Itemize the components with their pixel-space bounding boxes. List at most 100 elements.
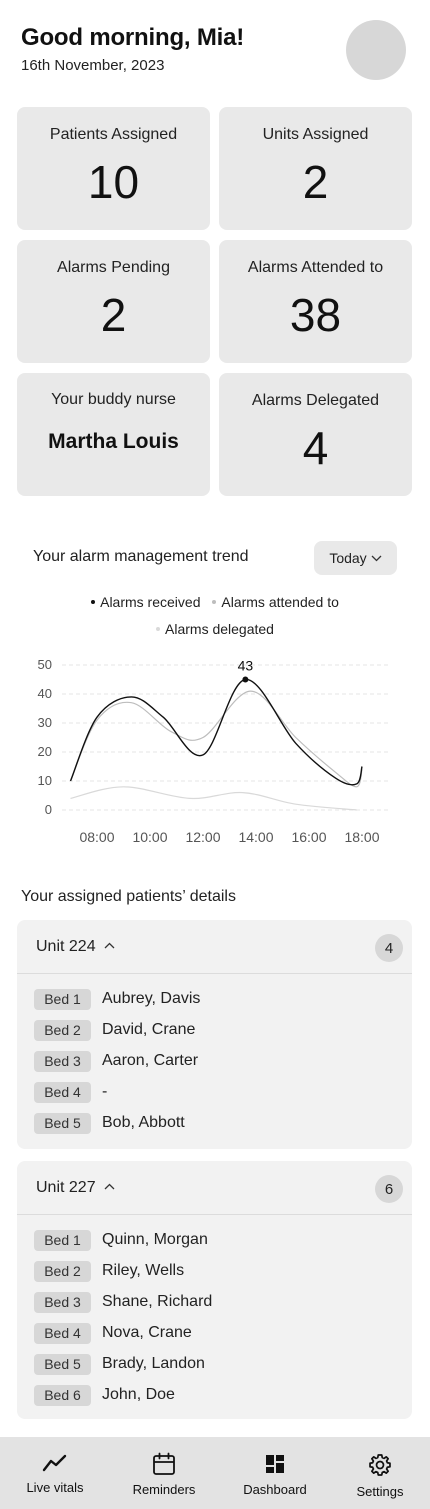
nav-live-vitals[interactable]: Live vitals xyxy=(14,1437,96,1509)
patient-name: Aaron, Carter xyxy=(102,1052,199,1069)
bed-row[interactable]: Bed 4- xyxy=(34,1081,107,1103)
legend-dot xyxy=(156,627,161,631)
y-tick-label: 10 xyxy=(38,773,52,788)
legend-item: Alarms received xyxy=(91,594,200,610)
bottom-nav: Live vitals Reminders Dashboard Settings xyxy=(0,1437,430,1509)
peak-point-marker xyxy=(242,676,249,683)
patient-name: - xyxy=(102,1083,108,1100)
nav-label: Reminders xyxy=(132,1482,196,1497)
nav-reminders[interactable]: Reminders xyxy=(124,1437,204,1509)
greeting-title: Good morning, Mia! xyxy=(21,24,245,51)
legend-label: Alarms received xyxy=(100,594,201,610)
bed-tag: Bed 1 xyxy=(34,988,91,1010)
gear-icon xyxy=(369,1454,391,1476)
unit-name: Unit 227 xyxy=(36,1179,115,1197)
patient-name: David, Crane xyxy=(102,1021,196,1038)
unit-header[interactable]: Unit 227 6 xyxy=(17,1161,412,1215)
patient-name: Quinn, Morgan xyxy=(102,1231,208,1248)
bed-tag: Bed 1 xyxy=(34,1229,91,1251)
chart-legend: Alarms received Alarms attended to xyxy=(0,591,430,610)
dashboard-icon xyxy=(266,1455,284,1473)
bed-row[interactable]: Bed 2 Riley, Wells xyxy=(34,1260,184,1282)
card-label: Units Assigned xyxy=(262,126,369,143)
alarms-attended-card[interactable]: Alarms Attended to 38 xyxy=(219,240,412,363)
alarms-pending-card[interactable]: Alarms Pending 2 xyxy=(17,240,210,363)
buddy-nurse-card[interactable]: Your buddy nurse Martha Louis xyxy=(17,373,210,496)
card-value: 10 xyxy=(87,156,140,208)
card-value: 2 xyxy=(100,289,127,341)
bed-row[interactable]: Bed 6 John, Doe xyxy=(34,1384,175,1406)
bed-row[interactable]: Bed 1 Aubrey, Davis xyxy=(34,988,200,1010)
unit-name: Unit 224 xyxy=(36,938,115,956)
chevron-down-icon xyxy=(371,555,382,561)
card-value: 4 xyxy=(302,422,329,474)
x-tick-label: 10:00 xyxy=(132,829,167,845)
buddy-nurse-name: Martha Louis xyxy=(48,430,179,453)
series-line-alarms-delegated xyxy=(70,786,357,811)
alarm-trend-chart: 0 10 20 30 40 50 08:00 10:00 12:00 14:00 16:00 18:0… xyxy=(38,657,390,845)
patient-name: Aubrey, Davis xyxy=(102,990,201,1007)
bed-tag: Bed 2 xyxy=(34,1260,91,1282)
x-tick-label: 12:00 xyxy=(185,829,220,845)
patient-count-badge: 4 xyxy=(375,934,403,962)
bed-row[interactable]: Bed 5 Brady, Landon xyxy=(34,1353,205,1375)
chart-legend-row-2: Alarms delegated xyxy=(0,618,430,637)
x-tick-label: 18:00 xyxy=(344,829,379,845)
series-line-alarms-received xyxy=(69,678,363,786)
nav-label: Settings xyxy=(356,1484,404,1499)
legend-label: Alarms delegated xyxy=(165,621,274,637)
bed-tag: Bed 3 xyxy=(34,1291,91,1313)
current-date: 16th November, 2023 xyxy=(21,57,165,74)
y-tick-label: 20 xyxy=(38,744,52,759)
bed-tag: Bed 5 xyxy=(34,1112,91,1134)
period-dropdown[interactable]: Today xyxy=(314,541,397,575)
header: Good morning, Mia! 16th November, 2023 xyxy=(0,0,430,100)
x-tick-label: 14:00 xyxy=(238,829,273,845)
chevron-up-icon xyxy=(104,1183,115,1190)
patient-name: Riley, Wells xyxy=(102,1262,185,1279)
nav-settings[interactable]: Settings xyxy=(350,1437,410,1509)
y-tick-label: 0 xyxy=(45,802,52,817)
bed-tag: Bed 4 xyxy=(34,1322,91,1344)
avatar[interactable] xyxy=(346,20,406,80)
period-dropdown-label: Today xyxy=(329,550,367,566)
y-tick-label: 40 xyxy=(38,686,52,701)
chevron-up-icon xyxy=(104,942,115,949)
legend-item: Alarms delegated xyxy=(156,621,274,637)
bed-tag: Bed 5 xyxy=(34,1353,91,1375)
legend-dot xyxy=(91,600,96,604)
patients-assigned-card[interactable]: Patients Assigned 10 xyxy=(17,107,210,230)
nav-label: Live vitals xyxy=(26,1480,84,1495)
patients-section-title: Your assigned patients’ details xyxy=(21,888,236,905)
legend-dot xyxy=(212,600,217,604)
bed-row[interactable]: Bed 4 Nova, Crane xyxy=(34,1322,192,1344)
series-line-alarms-attended-to xyxy=(69,690,363,788)
unit-card: Unit 224 4 Bed 1 Aubrey, Davis Bed 2 David… xyxy=(17,920,412,1149)
bed-row[interactable]: Bed 3 Aaron, Carter xyxy=(34,1050,198,1072)
peak-value-label: 43 xyxy=(238,658,254,674)
patient-name: John, Doe xyxy=(102,1386,175,1403)
bed-row[interactable]: Bed 1 Quinn, Morgan xyxy=(34,1229,208,1251)
patient-name: Bob, Abbott xyxy=(102,1114,185,1131)
bed-row[interactable]: Bed 5 Bob, Abbott xyxy=(34,1112,185,1134)
alarms-delegated-card[interactable]: Alarms Delegated 4 xyxy=(219,373,412,496)
trend-title: Your alarm management trend xyxy=(33,548,249,565)
patient-name: Nova, Crane xyxy=(102,1324,192,1341)
nav-dashboard[interactable]: Dashboard xyxy=(238,1437,312,1509)
card-label: Alarms Delegated xyxy=(251,392,380,409)
trend-line-icon xyxy=(42,1454,67,1472)
legend-item: Alarms attended to xyxy=(212,594,339,610)
unit-name-label: Unit 227 xyxy=(36,1179,96,1196)
unit-header[interactable]: Unit 224 4 xyxy=(17,920,412,974)
units-assigned-card[interactable]: Units Assigned 2 xyxy=(219,107,412,230)
card-label: Alarms Pending xyxy=(57,259,170,276)
card-label: Your buddy nurse xyxy=(51,391,176,408)
bed-tag: Bed 2 xyxy=(34,1019,91,1041)
y-tick-label: 50 xyxy=(38,657,52,672)
nav-label: Dashboard xyxy=(243,1482,307,1497)
card-value: 2 xyxy=(302,156,329,208)
bed-tag: Bed 3 xyxy=(34,1050,91,1072)
bed-row[interactable]: Bed 2 David, Crane xyxy=(34,1019,195,1041)
bed-row[interactable]: Bed 3 Shane, Richard xyxy=(34,1291,212,1313)
x-tick-label: 08:00 xyxy=(79,829,114,845)
